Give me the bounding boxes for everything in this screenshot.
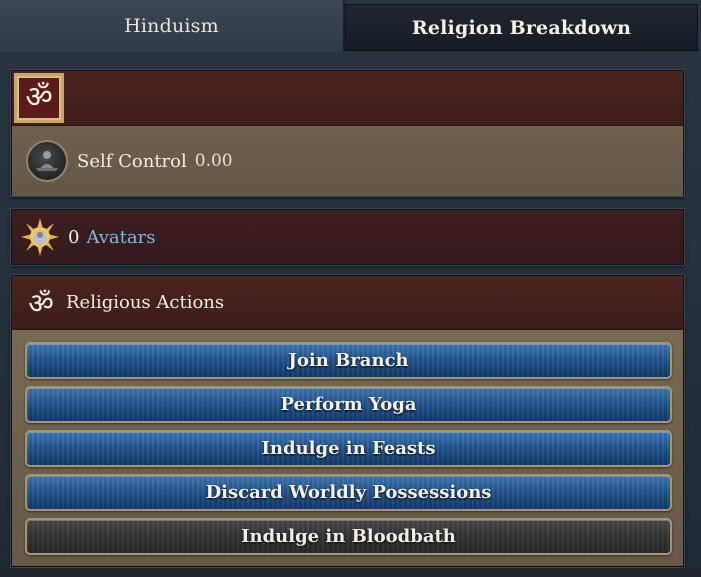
religious-actions-panel: ॐ Religious Actions Join Branch Perform … — [11, 275, 684, 567]
tab-religion-breakdown-label: Religion Breakdown — [411, 16, 632, 39]
religious-actions-header: ॐ Religious Actions — [12, 276, 683, 330]
tab-hinduism[interactable]: Hinduism — [0, 0, 345, 52]
self-control-label: Self Control — [77, 150, 187, 172]
perform-yoga-label: Perform Yoga — [280, 394, 417, 415]
perform-yoga-button[interactable]: Perform Yoga — [25, 386, 672, 423]
tab-religion-breakdown[interactable]: Religion Breakdown — [345, 4, 698, 51]
self-control-icon — [26, 140, 68, 182]
avatars-link[interactable]: Avatars — [86, 227, 155, 248]
join-branch-label: Join Branch — [288, 350, 409, 371]
religious-actions-list: Join Branch Perform Yoga Indulge in Feas… — [12, 330, 683, 566]
sun-avatar-icon — [21, 218, 59, 256]
indulge-in-feasts-label: Indulge in Feasts — [261, 438, 436, 459]
avatars-panel: 0 Avatars — [11, 209, 684, 265]
join-branch-button[interactable]: Join Branch — [25, 342, 672, 379]
self-control-value: 0.00 — [194, 151, 233, 171]
self-control-row: Self Control 0.00 — [12, 126, 683, 196]
religious-actions-title: Religious Actions — [66, 292, 225, 313]
religion-panel: ॐ Self Control 0.00 — [11, 70, 684, 196]
discard-worldly-possessions-button[interactable]: Discard Worldly Possessions — [25, 474, 672, 511]
discard-worldly-possessions-label: Discard Worldly Possessions — [205, 482, 492, 503]
tab-hinduism-label: Hinduism — [124, 15, 219, 37]
indulge-in-bloodbath-button[interactable]: Indulge in Bloodbath — [25, 518, 672, 555]
bottom-frame — [0, 568, 701, 577]
indulge-in-bloodbath-label: Indulge in Bloodbath — [241, 526, 456, 547]
om-icon[interactable]: ॐ — [14, 73, 64, 123]
religion-panel-header: ॐ — [12, 71, 683, 126]
indulge-in-feasts-button[interactable]: Indulge in Feasts — [25, 430, 672, 467]
om-icon: ॐ — [28, 286, 54, 320]
avatars-count: 0 — [68, 226, 80, 248]
